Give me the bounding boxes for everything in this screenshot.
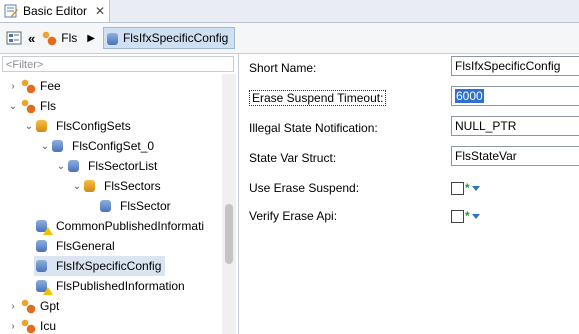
tree-item-flspublishedinformation[interactable]: FlsPublishedInformation: [34, 276, 185, 296]
tree-item-flsifxspecificconfig[interactable]: FlsIfxSpecificConfig: [34, 256, 166, 276]
tree-item-flssectorlist[interactable]: ⌄ FlsSectorList: [56, 156, 158, 176]
module-icon: [20, 318, 36, 334]
tree-item-label: Gpt: [40, 299, 60, 313]
config-tree: › Fee ⌄ Fls ⌄ FlsConfigSets ⌄ FlsConfigS…: [0, 74, 222, 334]
erase-suspend-timeout-label: Erase Suspend Timeout:: [249, 90, 387, 106]
tree-item-label: FlsSectors: [104, 179, 161, 193]
breadcrumb-current-label: FlsIfxSpecificConfig: [122, 31, 229, 45]
tree-view-toggle-icon[interactable]: [6, 27, 22, 49]
close-icon[interactable]: ✕: [95, 4, 105, 18]
editor-icon: [4, 4, 18, 18]
editor-tab-bar: Basic Editor ✕: [0, 0, 579, 23]
container-icon: [68, 158, 84, 174]
tree-item-label: Icu: [40, 319, 57, 333]
tree-vertical-scrollbar[interactable]: [222, 74, 236, 334]
verify-erase-api-checkbox[interactable]: [451, 209, 464, 223]
tree-item-label: FlsIfxSpecificConfig: [56, 259, 162, 273]
properties-panel: Short Name: FlsIfxSpecificConfig Erase S…: [239, 54, 579, 334]
tree-item-flssector[interactable]: FlsSector: [98, 196, 171, 216]
container-icon: [52, 138, 68, 154]
state-var-struct-field[interactable]: FlsStateVar: [451, 146, 579, 166]
tree-item-commonpublishedinformation[interactable]: CommonPublishedInformati: [34, 216, 204, 236]
tree-item-icu[interactable]: › Icu: [8, 316, 56, 334]
state-var-struct-label: State Var Struct:: [249, 151, 337, 165]
tree-item-label: FlsConfigSet_0: [72, 139, 155, 153]
tree-item-label: Fls: [40, 99, 56, 113]
use-erase-suspend-checkbox[interactable]: [451, 181, 464, 195]
required-star-icon: *: [465, 181, 470, 195]
tree-item-label: CommonPublishedInformati: [56, 219, 205, 233]
module-icon: [20, 78, 36, 94]
breadcrumb-current[interactable]: FlsIfxSpecificConfig: [102, 27, 236, 49]
illegal-state-notification-field[interactable]: NULL_PTR: [451, 116, 579, 136]
short-name-label: Short Name:: [249, 61, 317, 75]
use-erase-suspend-label: Use Erase Suspend:: [249, 181, 360, 195]
tree-item-label: FlsSectorList: [88, 159, 158, 173]
use-erase-suspend-checkbox-group: *: [451, 178, 480, 198]
container-icon: [36, 238, 52, 254]
tree-item-label: FlsPublishedInformation: [56, 279, 185, 293]
container-icon: [36, 258, 52, 274]
expand-arrow-icon[interactable]: ›: [8, 320, 18, 332]
back-chevron-icon[interactable]: «: [28, 27, 35, 49]
container-icon: [100, 198, 116, 214]
basic-editor-tab[interactable]: Basic Editor ✕: [0, 0, 110, 22]
module-icon: [20, 298, 36, 314]
filter-input[interactable]: <Filter>: [2, 56, 234, 72]
expand-arrow-icon[interactable]: ›: [8, 300, 18, 312]
container-icon: [84, 178, 100, 194]
breadcrumb-parent-label: Fls: [61, 31, 78, 45]
dropdown-arrow-icon[interactable]: [471, 185, 480, 191]
tree-item-fls[interactable]: ⌄ Fls: [8, 96, 56, 116]
collapse-arrow-icon[interactable]: ⌄: [40, 140, 50, 152]
collapse-arrow-icon[interactable]: ⌄: [72, 180, 82, 192]
tree-item-flsconfigsets[interactable]: ⌄ FlsConfigSets: [24, 116, 131, 136]
tree-item-label: FlsConfigSets: [56, 119, 131, 133]
tree-item-label: FlsGeneral: [56, 239, 115, 253]
verify-erase-api-label: Verify Erase Api:: [249, 209, 338, 223]
container-warning-icon: [36, 278, 53, 295]
collapse-arrow-icon[interactable]: ⌄: [24, 120, 34, 132]
tree-panel: <Filter> › Fee ⌄ Fls ⌄ FlsConfigSets ⌄ F…: [0, 54, 239, 334]
container-icon: [36, 118, 52, 134]
erase-suspend-timeout-field[interactable]: 6000: [451, 86, 579, 106]
collapse-arrow-icon[interactable]: ⌄: [8, 100, 18, 112]
tree-item-flsgeneral[interactable]: FlsGeneral: [34, 236, 115, 256]
required-star-icon: *: [465, 209, 470, 223]
erase-suspend-timeout-label-row: Erase Suspend Timeout:: [249, 88, 387, 108]
illegal-state-notification-label: Illegal State Notification:: [249, 121, 378, 135]
tree-item-fee[interactable]: › Fee: [8, 76, 61, 96]
short-name-field[interactable]: FlsIfxSpecificConfig: [451, 56, 579, 76]
module-icon: [20, 98, 36, 114]
tree-item-label: Fee: [40, 79, 61, 93]
tree-item-label: FlsSector: [120, 199, 171, 213]
breadcrumb-fls[interactable]: Fls: [41, 27, 77, 49]
breadcrumb-toolbar: « Fls ▶ FlsIfxSpecificConfig: [0, 23, 579, 54]
tab-title: Basic Editor: [23, 4, 88, 18]
verify-erase-api-checkbox-group: *: [451, 206, 480, 226]
tree-item-gpt[interactable]: › Gpt: [8, 296, 59, 316]
tree-item-flssectors[interactable]: ⌄ FlsSectors: [72, 176, 161, 196]
erase-suspend-timeout-value: 6000: [455, 89, 484, 103]
dropdown-arrow-icon[interactable]: [471, 213, 480, 219]
breadcrumb-separator-icon[interactable]: ▶: [87, 27, 95, 49]
module-icon: [41, 30, 58, 46]
expand-arrow-icon[interactable]: ›: [8, 80, 18, 92]
container-icon: [106, 31, 119, 45]
collapse-arrow-icon[interactable]: ⌄: [56, 160, 66, 172]
tree-item-flsconfigset-0[interactable]: ⌄ FlsConfigSet_0: [40, 136, 154, 156]
scrollbar-thumb[interactable]: [225, 204, 233, 264]
container-warning-icon: [36, 218, 53, 235]
